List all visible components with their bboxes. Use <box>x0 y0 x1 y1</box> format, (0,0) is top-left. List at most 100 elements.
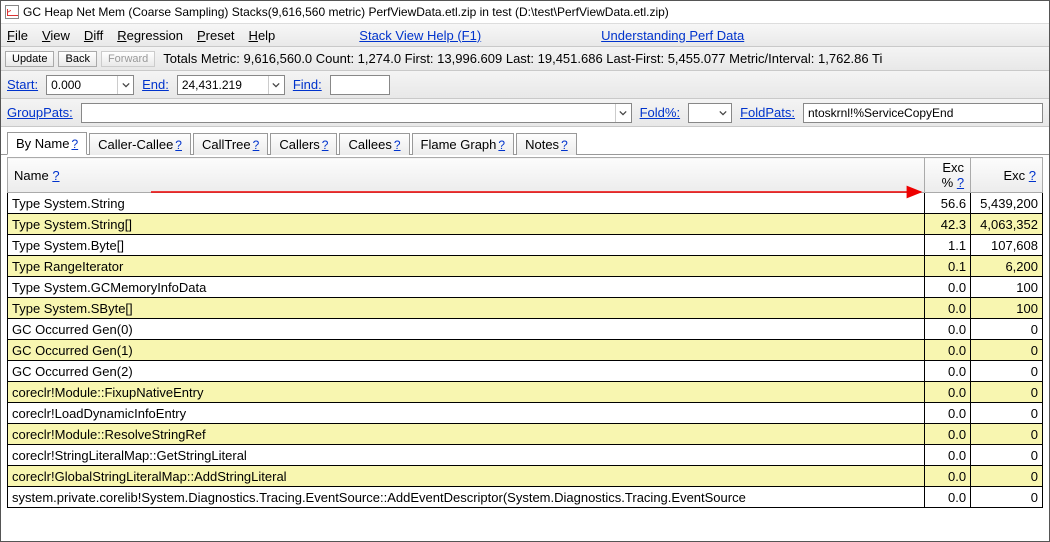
table-row[interactable]: Type System.Byte[]1.1107,608 <box>8 235 1043 256</box>
chevron-down-icon[interactable] <box>715 104 731 122</box>
chevron-down-icon[interactable] <box>268 76 284 94</box>
table-row[interactable]: Type System.SByte[]0.0100 <box>8 298 1043 319</box>
cell-name[interactable]: coreclr!Module::FixupNativeEntry <box>8 382 925 403</box>
tab-callers[interactable]: Callers ? <box>270 133 337 155</box>
table-row[interactable]: Type System.String[]42.34,063,352 <box>8 214 1043 235</box>
chevron-down-icon[interactable] <box>117 76 133 94</box>
cell-exc-pct[interactable]: 0.1 <box>925 256 971 277</box>
cell-exc[interactable]: 0 <box>971 361 1043 382</box>
help-icon[interactable]: ? <box>498 138 505 152</box>
cell-exc[interactable]: 100 <box>971 298 1043 319</box>
cell-name[interactable]: GC Occurred Gen(0) <box>8 319 925 340</box>
cell-exc-pct[interactable]: 0.0 <box>925 298 971 319</box>
cell-name[interactable]: coreclr!Module::ResolveStringRef <box>8 424 925 445</box>
cell-exc[interactable]: 0 <box>971 445 1043 466</box>
start-combo[interactable] <box>46 75 134 95</box>
update-button[interactable]: Update <box>5 51 54 67</box>
cell-name[interactable]: Type System.SByte[] <box>8 298 925 319</box>
cell-exc[interactable]: 0 <box>971 382 1043 403</box>
help-icon[interactable]: ? <box>1029 168 1036 183</box>
tab-flame-graph[interactable]: Flame Graph ? <box>412 133 515 155</box>
cell-exc-pct[interactable]: 0.0 <box>925 445 971 466</box>
cell-name[interactable]: GC Occurred Gen(2) <box>8 361 925 382</box>
table-row[interactable]: coreclr!Module::ResolveStringRef0.00 <box>8 424 1043 445</box>
back-button[interactable]: Back <box>58 51 96 67</box>
find-label[interactable]: Find: <box>293 77 322 92</box>
table-row[interactable]: coreclr!LoadDynamicInfoEntry0.00 <box>8 403 1043 424</box>
table-row[interactable]: GC Occurred Gen(2)0.00 <box>8 361 1043 382</box>
foldpats-label[interactable]: FoldPats: <box>740 105 795 120</box>
perf-link[interactable]: Understanding Perf Data <box>601 28 744 43</box>
cell-exc-pct[interactable]: 56.6 <box>925 193 971 214</box>
table-row[interactable]: system.private.corelib!System.Diagnostic… <box>8 487 1043 508</box>
help-icon[interactable]: ? <box>322 138 329 152</box>
foldpats-input[interactable] <box>803 103 1043 123</box>
cell-exc[interactable]: 107,608 <box>971 235 1043 256</box>
col-exc-pct[interactable]: Exc % ? <box>925 158 971 193</box>
cell-exc-pct[interactable]: 0.0 <box>925 424 971 445</box>
col-name[interactable]: Name ? <box>8 158 925 193</box>
cell-exc[interactable]: 0 <box>971 466 1043 487</box>
data-grid[interactable]: Name ? Exc % ? Exc ? Type System.String5… <box>7 157 1043 508</box>
help-icon[interactable]: ? <box>957 175 964 190</box>
foldpct-combo[interactable] <box>688 103 732 123</box>
find-input[interactable] <box>330 75 390 95</box>
cell-name[interactable]: coreclr!StringLiteralMap::GetStringLiter… <box>8 445 925 466</box>
menu-file[interactable]: File <box>7 28 28 43</box>
cell-exc-pct[interactable]: 0.0 <box>925 361 971 382</box>
tab-notes[interactable]: Notes ? <box>516 133 577 155</box>
table-row[interactable]: coreclr!GlobalStringLiteralMap::AddStrin… <box>8 466 1043 487</box>
cell-name[interactable]: system.private.corelib!System.Diagnostic… <box>8 487 925 508</box>
tab-caller-callee[interactable]: Caller-Callee ? <box>89 133 191 155</box>
grouppats-input[interactable] <box>82 106 615 120</box>
cell-exc[interactable]: 100 <box>971 277 1043 298</box>
help-icon[interactable]: ? <box>394 138 401 152</box>
cell-exc[interactable]: 0 <box>971 319 1043 340</box>
cell-exc-pct[interactable]: 0.0 <box>925 319 971 340</box>
cell-exc[interactable]: 4,063,352 <box>971 214 1043 235</box>
cell-exc[interactable]: 6,200 <box>971 256 1043 277</box>
table-row[interactable]: coreclr!StringLiteralMap::GetStringLiter… <box>8 445 1043 466</box>
tab-by-name[interactable]: By Name ? <box>7 132 87 155</box>
menu-preset[interactable]: Preset <box>197 28 235 43</box>
cell-exc-pct[interactable]: 0.0 <box>925 382 971 403</box>
start-input[interactable] <box>47 78 117 92</box>
cell-exc-pct[interactable]: 0.0 <box>925 466 971 487</box>
cell-name[interactable]: Type System.Byte[] <box>8 235 925 256</box>
table-row[interactable]: GC Occurred Gen(0)0.00 <box>8 319 1043 340</box>
end-input[interactable] <box>178 78 268 92</box>
table-row[interactable]: Type RangeIterator0.16,200 <box>8 256 1043 277</box>
cell-exc[interactable]: 0 <box>971 487 1043 508</box>
cell-name[interactable]: GC Occurred Gen(1) <box>8 340 925 361</box>
menu-view[interactable]: View <box>42 28 70 43</box>
col-exc[interactable]: Exc ? <box>971 158 1043 193</box>
cell-exc-pct[interactable]: 42.3 <box>925 214 971 235</box>
menu-help[interactable]: Help <box>249 28 276 43</box>
table-row[interactable]: GC Occurred Gen(1)0.00 <box>8 340 1043 361</box>
cell-exc-pct[interactable]: 0.0 <box>925 403 971 424</box>
cell-exc-pct[interactable]: 0.0 <box>925 340 971 361</box>
table-row[interactable]: Type System.GCMemoryInfoData0.0100 <box>8 277 1043 298</box>
cell-exc[interactable]: 0 <box>971 424 1043 445</box>
help-icon[interactable]: ? <box>71 137 78 151</box>
chevron-down-icon[interactable] <box>615 104 631 122</box>
cell-name[interactable]: Type System.String <box>8 193 925 214</box>
cell-name[interactable]: coreclr!GlobalStringLiteralMap::AddStrin… <box>8 466 925 487</box>
menu-regression[interactable]: Regression <box>117 28 183 43</box>
menu-diff[interactable]: Diff <box>84 28 103 43</box>
table-row[interactable]: coreclr!Module::FixupNativeEntry0.00 <box>8 382 1043 403</box>
grouppats-combo[interactable] <box>81 103 632 123</box>
help-icon[interactable]: ? <box>175 138 182 152</box>
cell-exc-pct[interactable]: 1.1 <box>925 235 971 256</box>
table-row[interactable]: Type System.String56.65,439,200 <box>8 193 1043 214</box>
end-combo[interactable] <box>177 75 285 95</box>
help-icon[interactable]: ? <box>253 138 260 152</box>
foldpct-label[interactable]: Fold%: <box>640 105 680 120</box>
cell-exc-pct[interactable]: 0.0 <box>925 487 971 508</box>
help-link[interactable]: Stack View Help (F1) <box>359 28 481 43</box>
cell-exc[interactable]: 5,439,200 <box>971 193 1043 214</box>
cell-name[interactable]: Type RangeIterator <box>8 256 925 277</box>
start-label[interactable]: Start: <box>7 77 38 92</box>
cell-name[interactable]: Type System.GCMemoryInfoData <box>8 277 925 298</box>
tab-calltree[interactable]: CallTree ? <box>193 133 268 155</box>
